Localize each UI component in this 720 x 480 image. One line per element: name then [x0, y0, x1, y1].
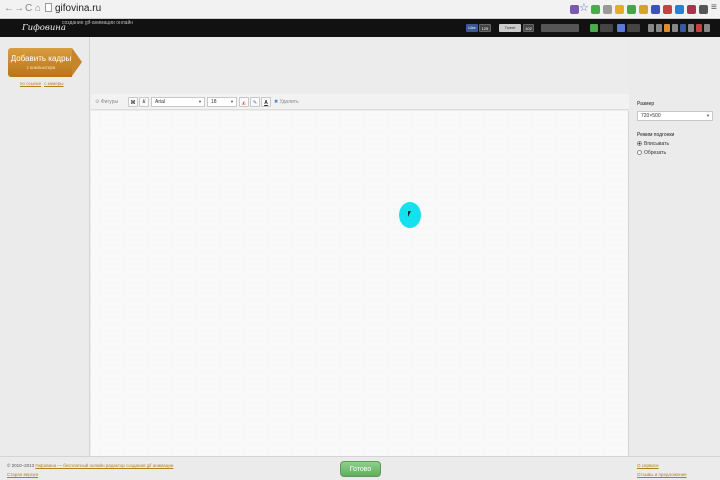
bookmark-star-icon[interactable]: ☆	[579, 2, 589, 14]
text-color-icon[interactable]: A	[261, 97, 271, 107]
extension-icon[interactable]	[687, 5, 696, 14]
chevron-down-icon: ▼	[706, 113, 710, 118]
site-logo[interactable]: Гифовина	[22, 20, 66, 36]
fit-mode-label: Режим подгонки	[637, 132, 675, 138]
home-icon[interactable]: ⌂	[35, 4, 41, 14]
font-family-value: Arial	[155, 99, 166, 105]
site-header: Гифовина создание gif-анимации онлайн Li…	[0, 19, 720, 37]
share-icon[interactable]	[672, 24, 678, 32]
add-frames-button[interactable]: Добавить кадры с компьютера	[8, 48, 82, 77]
radio-checked[interactable]	[637, 141, 642, 146]
social-count	[600, 24, 613, 32]
tweet-count: 102	[523, 24, 534, 32]
share-icon[interactable]	[656, 24, 662, 32]
fill-color-icon[interactable]: ◭	[239, 97, 249, 107]
page-footer: © 2010–2013 Гифовина — бесплатный онлайн…	[0, 456, 720, 480]
social-icon[interactable]	[617, 24, 625, 32]
delete-label: Удалить	[279, 99, 299, 105]
bold-button[interactable]: Ж	[128, 97, 138, 107]
reload-icon[interactable]: C	[25, 4, 32, 14]
social-count	[627, 24, 640, 32]
font-size-select[interactable]: 18 ▼	[207, 97, 237, 107]
share-icon[interactable]	[696, 24, 702, 32]
done-button[interactable]: Готово	[340, 461, 381, 477]
extension-icon[interactable]	[663, 5, 672, 14]
add-frames-links: по ссылке с камеры	[20, 81, 66, 86]
figures-label: Фигуры	[100, 99, 119, 105]
fit-mode-fit-option[interactable]: Вписывать	[637, 141, 669, 147]
like-button[interactable]: Like	[466, 24, 478, 32]
from-url-link[interactable]: по ссылке	[20, 81, 41, 86]
extension-icon[interactable]	[675, 5, 684, 14]
page-icon	[45, 3, 52, 12]
share-icon[interactable]	[664, 24, 670, 32]
old-version-link[interactable]: Старая версия	[7, 472, 38, 477]
crop-option-label: Обрезать	[644, 150, 667, 156]
social-widget[interactable]	[541, 24, 579, 32]
mouse-pointer-icon	[408, 211, 411, 217]
font-size-value: 18	[211, 99, 217, 105]
extension-icon[interactable]	[639, 5, 648, 14]
extension-icon[interactable]	[627, 5, 636, 14]
delete-button[interactable]: ✖ Удалить	[274, 97, 306, 107]
site-description-link[interactable]: Гифовина — бесплатный онлайн редактор со…	[35, 463, 173, 468]
menu-icon[interactable]: ≡	[711, 3, 717, 13]
share-icon[interactable]	[680, 24, 686, 32]
share-icon[interactable]	[648, 24, 654, 32]
figures-button[interactable]: ⚙ Фигуры	[95, 97, 125, 107]
address-bar[interactable]: gifovina.ru	[45, 3, 101, 15]
size-select[interactable]: 720×500 ▼	[637, 111, 713, 121]
feedback-link[interactable]: Отзывы и предложения	[637, 472, 687, 477]
chevron-down-icon: ▼	[230, 99, 234, 104]
editor-canvas[interactable]	[91, 111, 629, 456]
magnifier-extension-icon[interactable]	[603, 5, 612, 14]
social-icon[interactable]	[590, 24, 598, 32]
left-panel: Добавить кадры с компьютера по ссылке с к…	[0, 37, 90, 456]
copyright-line: © 2010–2013 Гифовина — бесплатный онлайн…	[7, 463, 173, 468]
like-count: 125	[479, 24, 491, 32]
share-icon[interactable]	[688, 24, 694, 32]
from-camera-link[interactable]: с камеры	[44, 81, 63, 86]
copyright-text: © 2010–2013	[7, 463, 35, 468]
site-tagline: создание gif-анимации онлайн	[62, 20, 134, 26]
size-label: Размер	[637, 101, 655, 107]
extension-icon[interactable]	[591, 5, 600, 14]
size-value: 720×500	[641, 113, 661, 119]
forward-icon[interactable]: →	[14, 4, 24, 14]
about-link[interactable]: О сервисе	[637, 463, 659, 468]
add-frames-title: Добавить кадры	[10, 54, 72, 63]
italic-button[interactable]: К	[139, 97, 149, 107]
extension-icon[interactable]	[615, 5, 624, 14]
font-family-select[interactable]: Arial ▼	[151, 97, 205, 107]
add-frames-subtitle: с компьютера	[26, 65, 56, 70]
editor-toolbar: ⚙ Фигуры Ж К Arial ▼ 18 ▼ ◭ ✎ A ✖ Удалить	[91, 94, 629, 110]
extension-icon[interactable]	[699, 5, 708, 14]
fit-option-label: Вписывать	[644, 141, 670, 147]
extension-icon[interactable]	[651, 5, 660, 14]
fit-mode-crop-option[interactable]: Обрезать	[637, 150, 666, 156]
extension-icon[interactable]	[570, 5, 579, 14]
share-icon[interactable]	[704, 24, 710, 32]
chevron-down-icon: ▼	[198, 99, 202, 104]
right-panel: Размер 720×500 ▼ Режим подгонки Вписывать…	[630, 37, 720, 456]
tweet-button[interactable]: Tweet	[499, 24, 521, 32]
back-icon[interactable]: ←	[4, 4, 14, 14]
stroke-color-icon[interactable]: ✎	[250, 97, 260, 107]
browser-toolbar: ← → C ⌂ gifovina.ru ☆ ≡	[0, 0, 720, 19]
radio-unchecked[interactable]	[637, 150, 642, 155]
address-text: gifovina.ru	[55, 3, 102, 14]
